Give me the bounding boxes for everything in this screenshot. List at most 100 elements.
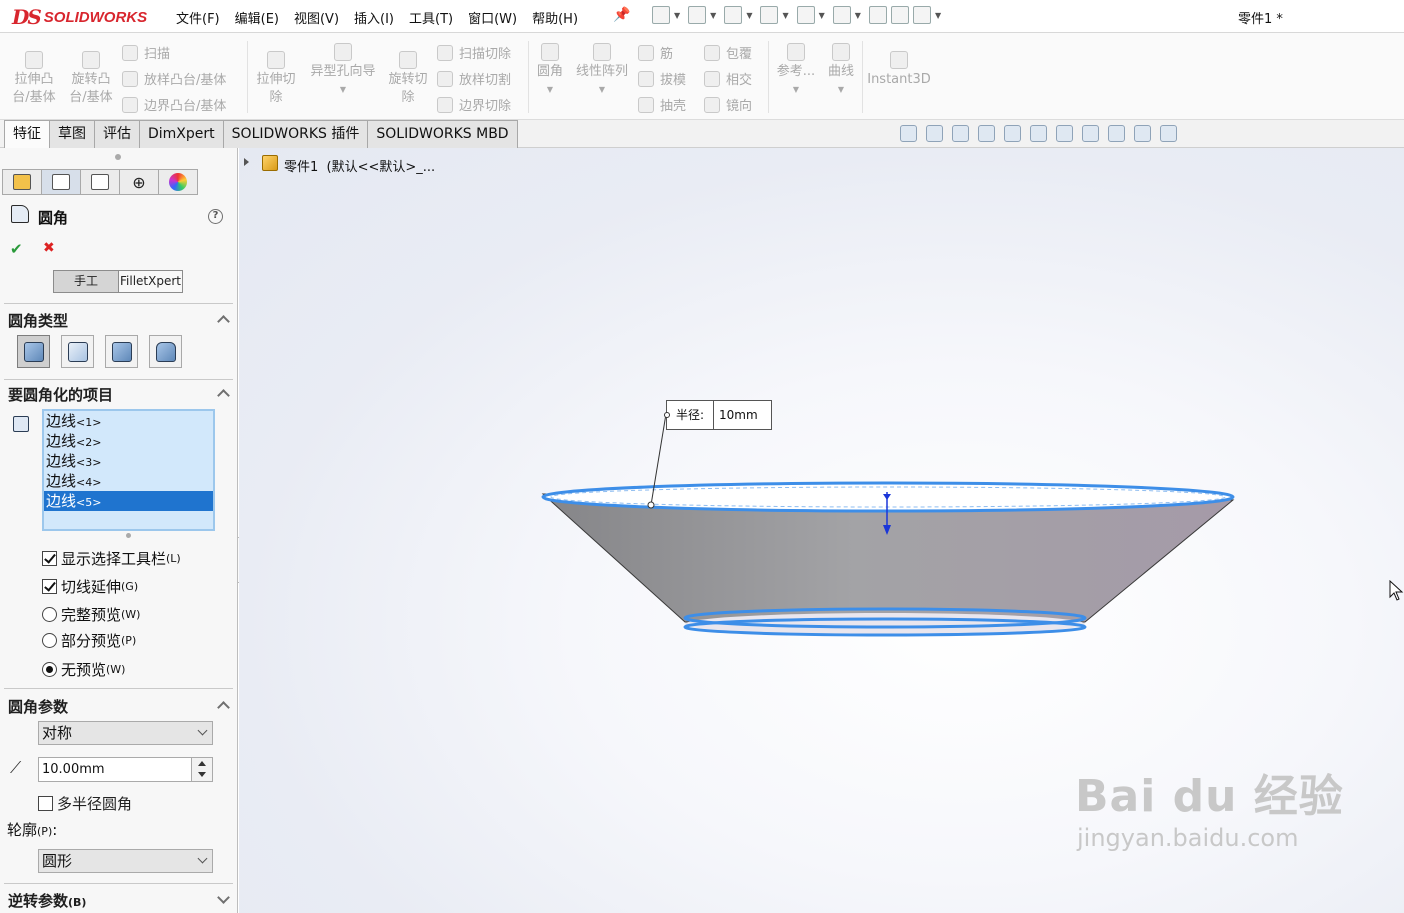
boundary-cut-button[interactable]: 边界切除 [437, 95, 511, 114]
radius-callout[interactable]: 半径: 10mm [664, 400, 772, 430]
chevron-down-icon[interactable]: ▼ [674, 11, 680, 20]
chevron-down-icon[interactable]: ▼ [305, 81, 381, 99]
rebuild-icon[interactable] [868, 6, 887, 24]
tab-feature-manager[interactable] [2, 169, 42, 195]
save-icon[interactable] [724, 6, 743, 24]
spin-up-icon[interactable] [198, 761, 206, 766]
spin-down-icon[interactable] [198, 772, 206, 777]
tab-solidworks-mbd[interactable]: SOLIDWORKS MBD [367, 120, 518, 148]
list-item[interactable]: 边线<1> [44, 411, 213, 431]
variable-size-fillet-button[interactable] [61, 335, 94, 368]
setback-parameters-header[interactable]: 逆转参数(B) [8, 890, 86, 911]
tab-evaluate[interactable]: 评估 [94, 120, 140, 148]
tab-solidworks-addins[interactable]: SOLIDWORKS 插件 [222, 120, 369, 148]
chevron-down-icon[interactable]: ▼ [782, 11, 788, 20]
hide-show-items-icon[interactable] [1082, 125, 1099, 142]
revolve-boss-button[interactable]: 旋转凸 台/基体 [67, 51, 115, 107]
tab-sketch[interactable]: 草图 [49, 120, 95, 148]
help-icon[interactable]: ? [208, 209, 223, 224]
tab-dimxpert-manager[interactable]: ⊕ [119, 169, 159, 195]
chevron-down-icon[interactable]: ▼ [532, 81, 568, 99]
tab-features[interactable]: 特征 [4, 120, 50, 148]
radius-input[interactable]: 10.00mm [38, 757, 192, 782]
dynamic-annotation-icon[interactable] [1004, 125, 1021, 142]
fillet-parameters-header[interactable]: 圆角参数 [8, 696, 68, 717]
file-properties-icon[interactable] [890, 6, 909, 24]
edit-appearance-icon[interactable] [1108, 125, 1125, 142]
multi-radius-fillet-checkbox[interactable]: 多半径圆角 [38, 793, 132, 814]
collapse-icon[interactable] [217, 389, 230, 402]
face-fillet-button[interactable] [105, 335, 138, 368]
show-selection-toolbar-checkbox[interactable]: 显示选择工具栏 (L) [42, 548, 181, 569]
full-round-fillet-button[interactable] [149, 335, 182, 368]
radius-spinner[interactable] [191, 757, 213, 782]
tangent-propagation-checkbox[interactable]: 切线延伸 (G) [42, 576, 138, 597]
apply-scene-icon[interactable] [1134, 125, 1151, 142]
chevron-down-icon[interactable]: ▼ [935, 11, 941, 20]
fillet-button[interactable]: 圆角 ▼ [532, 43, 568, 99]
callout-value[interactable]: 10mm [714, 401, 758, 429]
pin-icon[interactable]: 📌 [613, 7, 630, 23]
sweep-cut-button[interactable]: 扫描切除 [437, 43, 511, 62]
solidworks-logo[interactable]: DS SOLIDWORKS [12, 5, 147, 29]
list-item-selected[interactable]: 边线<5> [44, 491, 213, 511]
menu-insert[interactable]: 插入(I) [354, 8, 394, 27]
cancel-x-icon[interactable]: ✖ [43, 240, 55, 256]
list-item[interactable]: 边线<2> [44, 431, 213, 451]
graphics-area[interactable]: 零件1 (默认<<默认>_... 半径: 10mm Bai du 经验 jing… [239, 148, 1404, 913]
hole-wizard-button[interactable]: 异型孔向导 ▼ [305, 43, 381, 99]
tab-property-manager[interactable] [41, 169, 81, 195]
previous-view-icon[interactable] [952, 125, 969, 142]
view-orientation-icon[interactable] [1030, 125, 1047, 142]
edges-selection-list[interactable]: 边线<1> 边线<2> 边线<3> 边线<4> 边线<5> [42, 409, 215, 531]
chevron-down-icon[interactable]: ▼ [773, 81, 819, 99]
items-to-fillet-header[interactable]: 要圆角化的项目 [8, 384, 113, 405]
list-item[interactable]: 边线<3> [44, 451, 213, 471]
rib-button[interactable]: 筋 [638, 43, 673, 62]
new-document-icon[interactable] [652, 6, 670, 24]
bowl-side-face[interactable] [541, 493, 1235, 623]
options-gear-icon[interactable] [912, 6, 931, 24]
expand-icon[interactable] [217, 891, 230, 904]
draft-button[interactable]: 拔模 [638, 69, 686, 88]
shell-button[interactable]: 抽壳 [638, 95, 686, 114]
extrude-boss-button[interactable]: 拉伸凸 台/基体 [10, 51, 58, 107]
collapse-icon[interactable] [217, 315, 230, 328]
view-settings-icon[interactable] [1160, 125, 1177, 142]
menu-tools[interactable]: 工具(T) [409, 8, 453, 27]
linear-pattern-button[interactable]: 线性阵列 ▼ [572, 43, 632, 99]
list-item[interactable]: 边线<4> [44, 471, 213, 491]
zoom-to-area-icon[interactable] [926, 125, 943, 142]
menu-window[interactable]: 窗口(W) [468, 8, 517, 27]
curves-button[interactable]: 曲线 ▼ [823, 43, 859, 99]
fillet-type-header[interactable]: 圆角类型 [8, 310, 68, 331]
menu-edit[interactable]: 编辑(E) [235, 8, 279, 27]
partial-preview-radio[interactable]: 部分预览 (P) [42, 630, 136, 651]
section-view-icon[interactable] [978, 125, 995, 142]
display-style-icon[interactable] [1056, 125, 1073, 142]
open-icon[interactable] [688, 6, 707, 24]
full-preview-radio[interactable]: 完整预览 (W) [42, 604, 140, 625]
revolve-cut-button[interactable]: 旋转切 除 [384, 51, 432, 107]
manual-mode-button[interactable]: 手工 [53, 270, 119, 293]
callout-handle-icon[interactable] [664, 412, 670, 418]
menu-view[interactable]: 视图(V) [294, 8, 339, 27]
filletxpert-mode-button[interactable]: FilletXpert [118, 270, 183, 293]
undo-icon[interactable] [796, 6, 815, 24]
constant-size-fillet-button[interactable] [17, 335, 50, 368]
ok-check-icon[interactable]: ✔ [10, 240, 23, 258]
fillet-method-select[interactable]: 对称 [38, 721, 213, 745]
panel-grip[interactable] [115, 154, 121, 160]
chevron-down-icon[interactable]: ▼ [855, 11, 861, 20]
select-pointer-icon[interactable] [832, 6, 851, 24]
reference-geometry-button[interactable]: 参考... ▼ [773, 43, 819, 99]
mirror-button[interactable]: 镜向 [704, 95, 752, 114]
tab-display-manager[interactable] [158, 169, 198, 195]
loft-boss-button[interactable]: 放样凸台/基体 [122, 69, 226, 88]
collapse-icon[interactable] [217, 701, 230, 714]
loft-cut-button[interactable]: 放样切割 [437, 69, 511, 88]
chevron-down-icon[interactable]: ▼ [823, 81, 859, 99]
tab-configuration-manager[interactable] [80, 169, 120, 195]
zoom-to-fit-icon[interactable] [900, 125, 917, 142]
chevron-down-icon[interactable]: ▼ [746, 11, 752, 20]
